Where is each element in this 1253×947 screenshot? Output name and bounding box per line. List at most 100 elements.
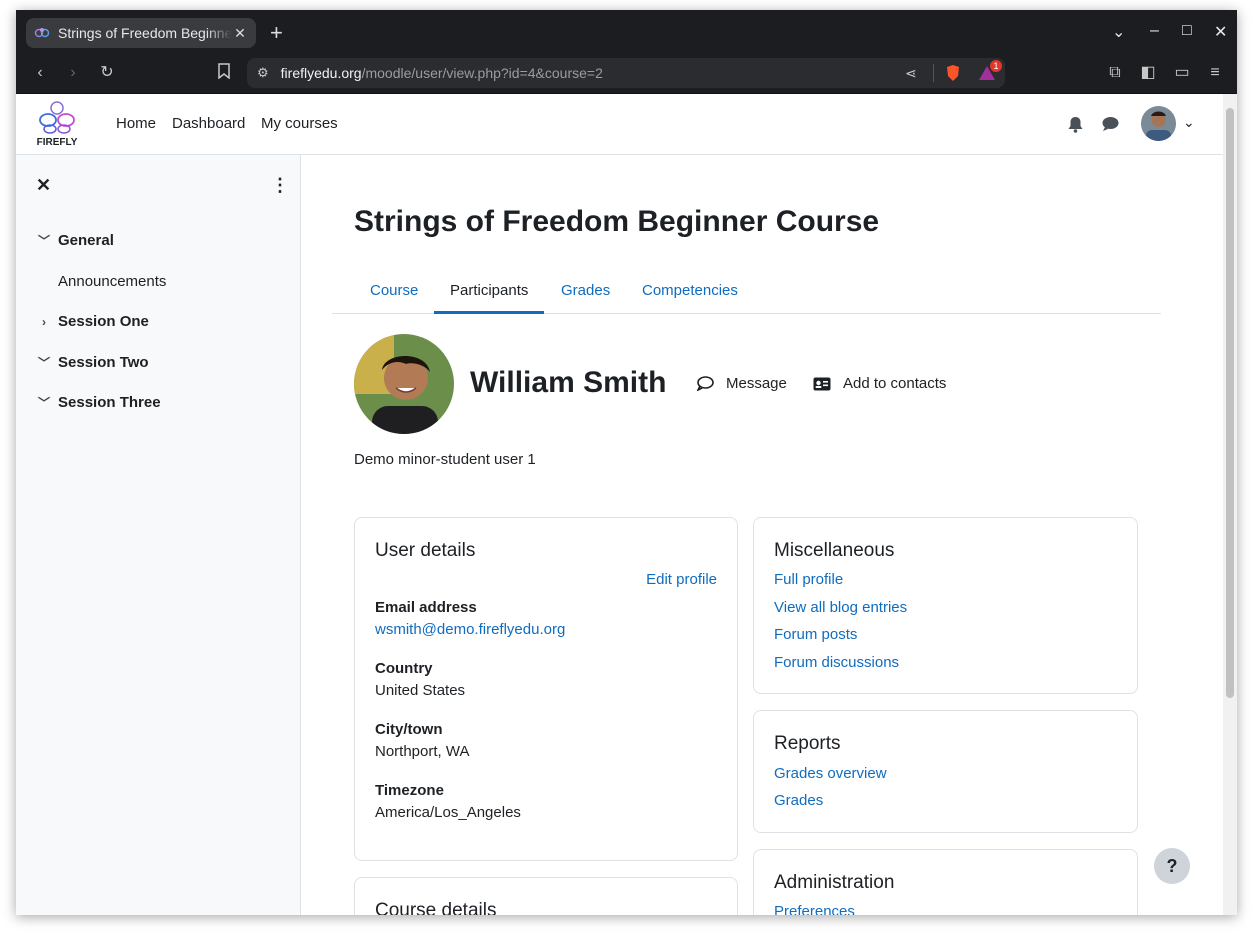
add-to-contacts-label: Add to contacts — [843, 375, 947, 392]
course-tabs: Course Participants Grades Competencies — [332, 249, 1161, 314]
main-content: Strings of Freedom Beginner Course Cours… — [301, 155, 1223, 915]
menu-icon[interactable]: ≡ — [1205, 63, 1225, 83]
url-divider — [933, 64, 934, 82]
country-value: United States — [375, 682, 466, 699]
browser-tab[interactable]: Strings of Freedom Beginner Course ✕ — [26, 18, 256, 48]
grades-overview-link[interactable]: Grades overview — [774, 765, 887, 782]
message-label: Message — [726, 375, 787, 392]
browser-toolbar: ‹ › ↻ ⚙ fireflyedu.org/moodle/user/view.… — [16, 53, 1237, 94]
browser-window: Strings of Freedom Beginner Course ✕ + ⌄… — [16, 10, 1237, 915]
firefly-logo[interactable]: FIREFLY — [32, 98, 82, 150]
miscellaneous-heading: Miscellaneous — [774, 540, 895, 561]
forward-icon[interactable]: › — [63, 63, 83, 83]
reload-icon[interactable]: ↻ — [97, 63, 117, 83]
user-details-heading: User details — [375, 540, 476, 561]
preferences-link[interactable]: Preferences — [774, 903, 855, 915]
notifications-bell-icon[interactable] — [1068, 116, 1083, 133]
grades-link[interactable]: Grades — [774, 792, 823, 809]
nav-my-courses[interactable]: My courses — [261, 115, 338, 132]
help-button[interactable]: ? — [1154, 848, 1190, 884]
chevron-down-icon[interactable]: ﹀ — [36, 394, 52, 411]
active-tab-indicator — [434, 311, 544, 314]
section-label: Session Two — [58, 354, 149, 371]
section-session-two[interactable]: ﹀ Session Two — [36, 354, 149, 371]
edit-profile-link[interactable]: Edit profile — [646, 571, 717, 588]
country-label: Country — [375, 660, 433, 677]
brave-shields-icon[interactable] — [944, 64, 962, 82]
bookmark-icon[interactable] — [214, 63, 234, 83]
user-menu-chevron-icon[interactable]: ⌄ — [1183, 114, 1195, 131]
activity-announcements[interactable]: Announcements — [58, 273, 166, 290]
user-full-name: William Smith — [470, 366, 667, 399]
web-page: FIREFLY Home Dashboard My courses ⌄ ✕ ⋮ … — [16, 94, 1223, 915]
tab-course[interactable]: Course — [370, 282, 418, 299]
city-label: City/town — [375, 721, 443, 738]
url-host: fireflyedu.org — [280, 65, 362, 81]
full-profile-link[interactable]: Full profile — [774, 571, 843, 588]
section-session-one[interactable]: › Session One — [36, 313, 149, 330]
administration-heading: Administration — [774, 872, 895, 893]
reports-heading: Reports — [774, 733, 841, 754]
close-window-icon[interactable]: ✕ — [1214, 22, 1227, 42]
blog-entries-link[interactable]: View all blog entries — [774, 599, 907, 616]
new-tab-icon[interactable]: + — [270, 22, 283, 44]
section-session-three[interactable]: ﹀ Session Three — [36, 394, 161, 411]
course-details-heading: Course details — [375, 900, 497, 915]
user-details-card: User details Edit profile Email address … — [354, 517, 738, 861]
city-value: Northport, WA — [375, 743, 470, 760]
miscellaneous-card: Miscellaneous Full profile View all blog… — [753, 517, 1138, 694]
timezone-value: America/Los_Angeles — [375, 804, 521, 821]
tab-participants[interactable]: Participants — [450, 282, 528, 299]
site-navbar: FIREFLY Home Dashboard My courses ⌄ — [16, 94, 1223, 155]
close-tab-icon[interactable]: ✕ — [232, 25, 248, 42]
tab-strip: Strings of Freedom Beginner Course ✕ + ⌄… — [16, 10, 1237, 53]
nav-dashboard[interactable]: Dashboard — [172, 115, 245, 132]
message-button[interactable]: Message — [697, 375, 787, 392]
section-general[interactable]: ﹀ General — [36, 232, 114, 249]
tab-competencies[interactable]: Competencies — [642, 282, 738, 299]
add-to-contacts-button[interactable]: Add to contacts — [813, 375, 946, 392]
minimize-icon[interactable]: – — [1150, 22, 1159, 40]
section-label: General — [58, 232, 114, 249]
email-link[interactable]: wsmith@demo.fireflyedu.org — [375, 621, 565, 638]
tab-search-icon[interactable]: ⌄ — [1112, 22, 1125, 42]
forum-posts-link[interactable]: Forum posts — [774, 626, 857, 643]
sidebar-icon[interactable]: ◧ — [1138, 63, 1158, 83]
chevron-down-icon[interactable]: ﹀ — [36, 354, 52, 371]
section-label: Session One — [58, 313, 149, 330]
wallet-icon[interactable]: ▭ — [1172, 63, 1192, 83]
drawer-options-icon[interactable]: ⋮ — [271, 175, 289, 196]
user-avatar[interactable] — [1141, 106, 1176, 141]
share-icon[interactable]: ⋖ — [905, 65, 917, 82]
maximize-icon[interactable]: □ — [1182, 22, 1192, 40]
address-card-icon — [813, 377, 831, 390]
firefly-favicon-icon — [34, 28, 50, 38]
administration-card: Administration Preferences — [753, 849, 1138, 915]
chevron-down-icon[interactable]: ﹀ — [36, 232, 52, 249]
course-index-drawer: ✕ ⋮ ﹀ General Announcements › Session One … — [16, 155, 301, 915]
extensions-icon[interactable]: ⧉ — [1105, 63, 1125, 83]
forum-discussions-link[interactable]: Forum discussions — [774, 654, 899, 671]
tab-grades[interactable]: Grades — [561, 282, 610, 299]
logo-text: FIREFLY — [37, 137, 78, 148]
reports-card: Reports Grades overview Grades — [753, 710, 1138, 833]
messages-icon[interactable] — [1102, 116, 1119, 132]
course-details-card: Course details — [354, 877, 738, 915]
scrollbar-thumb[interactable] — [1226, 108, 1234, 698]
message-bubble-icon — [697, 376, 714, 391]
tab-title: Strings of Freedom Beginner Course — [58, 25, 232, 41]
address-bar[interactable]: ⚙ fireflyedu.org/moodle/user/view.php?id… — [247, 58, 1005, 88]
url-path: /moodle/user/view.php?id=4&course=2 — [361, 65, 603, 81]
chevron-right-icon[interactable]: › — [36, 315, 52, 329]
profile-picture — [354, 334, 454, 434]
timezone-label: Timezone — [375, 782, 444, 799]
rewards-badge: 1 — [990, 60, 1002, 72]
site-info-icon[interactable]: ⚙ — [257, 65, 269, 81]
email-label: Email address — [375, 599, 477, 616]
section-label: Session Three — [58, 394, 161, 411]
nav-home[interactable]: Home — [116, 115, 156, 132]
back-icon[interactable]: ‹ — [30, 63, 50, 83]
page-scrollbar[interactable] — [1223, 94, 1237, 915]
course-title: Strings of Freedom Beginner Course — [354, 205, 880, 238]
close-drawer-icon[interactable]: ✕ — [36, 175, 51, 196]
